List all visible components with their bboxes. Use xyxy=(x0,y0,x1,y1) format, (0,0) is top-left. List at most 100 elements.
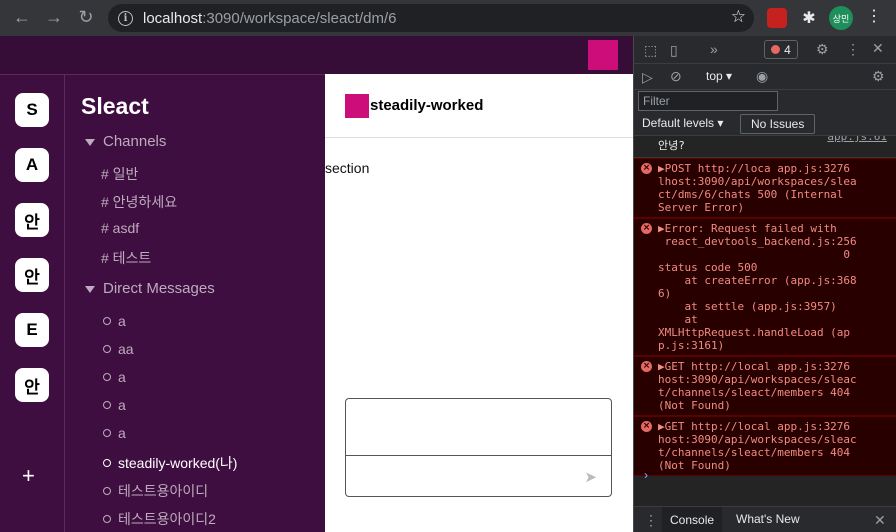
log-line: 0 xyxy=(658,248,851,261)
status-dot-icon xyxy=(103,373,111,381)
log-line: host:3090/api/workspaces/sleac xyxy=(658,433,857,446)
log-line: react_devtools_backend.js:256 xyxy=(658,235,857,248)
workspace-button[interactable]: 안 xyxy=(15,258,49,292)
log-line: (Not Found) xyxy=(658,459,731,472)
status-dot-icon xyxy=(103,345,111,353)
puzzle-icon[interactable]: ✱ xyxy=(799,8,819,28)
dm-item[interactable]: a xyxy=(103,397,126,413)
chat-box: ➤ xyxy=(345,398,612,497)
console-error-entry: × ▶GET http://local app.js:3276 host:3090/… xyxy=(634,356,896,416)
reload-icon[interactable]: ↻ xyxy=(74,7,98,28)
levels-row: Default levels ▾ No Issues xyxy=(634,112,896,136)
log-line: ▶Error: Request failed with xyxy=(658,222,837,235)
log-line: ct/dms/6/chats 500 (Internal xyxy=(658,188,844,201)
channels-section-label: Channels xyxy=(103,133,167,147)
log-line: at createError (app.js:368 xyxy=(658,274,857,287)
channel-item[interactable]: # 안녕하세요 xyxy=(101,192,177,212)
error-icon: × xyxy=(641,421,652,432)
close-drawer-icon[interactable]: ✕ xyxy=(874,512,886,529)
dm-label: 테스트용아이디 xyxy=(118,483,209,499)
workspace-button[interactable]: A xyxy=(15,148,49,182)
context-select[interactable]: top ▾ xyxy=(706,69,732,83)
log-line: (Not Found) xyxy=(658,399,731,412)
settings-gear-icon[interactable]: ⚙ xyxy=(816,41,829,58)
dm-item[interactable]: a xyxy=(103,369,126,385)
devtools-menu-icon[interactable]: ⋮ xyxy=(846,41,860,58)
log-source-link[interactable]: app.js:61 xyxy=(827,136,887,143)
workspace-button[interactable]: S xyxy=(15,93,49,127)
devtools-toolbar: ⬚ ▯ » 4 ⚙ ⋮ ✕ xyxy=(634,36,896,64)
dm-item[interactable]: aa xyxy=(103,341,134,357)
console-log: app.js:61 안녕? × ▶POST http://loca app.js:32… xyxy=(634,136,896,506)
browser-toolbar: ← → ↻ i localhost:3090/workspace/sleact/… xyxy=(0,0,896,36)
chat-section-text: section xyxy=(325,160,370,176)
channel-item[interactable]: # 테스트 xyxy=(101,248,151,268)
console-error-entry: × ▶GET http://local app.js:3276 host:3090/… xyxy=(634,416,896,476)
dm-header: steadily-worked xyxy=(325,74,633,138)
no-issues-button[interactable]: No Issues xyxy=(740,114,816,134)
workspace-button[interactable]: 안 xyxy=(15,203,49,237)
eye-icon[interactable]: ◉ xyxy=(756,68,768,85)
add-workspace-button[interactable]: + xyxy=(22,463,35,489)
inspect-element-icon[interactable]: ⬚ xyxy=(644,42,657,59)
console-error-entry: × ▶Error: Request failed with react_devto… xyxy=(634,218,896,356)
channel-item[interactable]: # asdf xyxy=(101,220,139,236)
console-error-entry: × ▶POST http://loca app.js:3276 lhost:3090… xyxy=(634,158,896,218)
log-line: p.js:3161) xyxy=(658,339,725,352)
bookmark-star-icon[interactable]: ☆ xyxy=(731,7,746,27)
status-dot-icon xyxy=(103,515,111,523)
dm-title: steadily-worked xyxy=(370,97,484,114)
dm-item[interactable]: 테스트용아이디2 xyxy=(103,509,216,529)
send-icon[interactable]: ➤ xyxy=(584,468,597,486)
app-header xyxy=(0,36,633,74)
sidebar-toggle-icon[interactable]: ▷ xyxy=(642,69,653,86)
dm-section-label: Direct Messages xyxy=(103,280,215,297)
user-avatar[interactable] xyxy=(588,40,618,70)
close-icon[interactable]: ✕ xyxy=(872,40,884,57)
tab-console[interactable]: Console xyxy=(662,507,723,532)
dm-label: steadily-worked(나) xyxy=(118,455,238,471)
forward-icon[interactable]: → xyxy=(42,7,66,28)
dm-section-toggle[interactable]: Direct Messages xyxy=(85,280,215,297)
error-count: 4 xyxy=(784,42,791,57)
drawer-menu-icon[interactable]: ⋮ xyxy=(644,512,658,529)
more-panels-icon[interactable]: » xyxy=(710,41,718,57)
dm-label: a xyxy=(118,425,126,441)
log-text: 안녕? xyxy=(658,139,685,152)
dm-item-active[interactable]: steadily-worked(나) xyxy=(103,453,237,473)
console-settings-icon[interactable]: ⚙ xyxy=(872,68,885,85)
context-label: top xyxy=(706,69,723,83)
log-line: t/channels/sleact/members 404 xyxy=(658,386,851,399)
error-count-badge[interactable]: 4 xyxy=(764,40,798,59)
channel-item[interactable]: # 일반 xyxy=(101,164,138,184)
log-levels-dropdown[interactable]: Default levels ▾ xyxy=(642,116,723,130)
workspace-button[interactable]: E xyxy=(15,313,49,347)
workspace-button[interactable]: 안 xyxy=(15,368,49,402)
levels-label: Default levels xyxy=(642,116,715,130)
status-dot-icon xyxy=(103,401,111,409)
message-input[interactable] xyxy=(346,399,611,456)
log-line: at xyxy=(658,313,698,326)
workspace-rail: S A 안 안 E 안 + xyxy=(0,74,65,532)
error-icon: × xyxy=(641,163,652,174)
dm-label: 테스트용아이디2 xyxy=(118,511,216,527)
address-bar[interactable]: i localhost:3090/workspace/sleact/dm/6 ☆ xyxy=(108,4,754,32)
status-dot-icon xyxy=(103,459,111,467)
dm-item[interactable]: a xyxy=(103,313,126,329)
clear-console-icon[interactable]: ⊘ xyxy=(670,68,682,85)
console-prompt[interactable]: › xyxy=(644,468,648,482)
channel-sidebar: Sleact Channels # 일반 # 안녕하세요 # asdf # 테스… xyxy=(65,74,325,532)
workspace-name[interactable]: Sleact xyxy=(81,93,149,120)
device-toggle-icon[interactable]: ▯ xyxy=(670,42,678,59)
extension-icon[interactable] xyxy=(767,8,787,28)
menu-kebab-icon[interactable]: ⋮ xyxy=(866,6,882,26)
channels-section-toggle[interactable]: Channels xyxy=(85,133,166,147)
back-icon[interactable]: ← xyxy=(10,7,34,28)
info-icon[interactable]: i xyxy=(118,10,133,26)
profile-avatar[interactable]: 상민 xyxy=(829,6,853,30)
dm-item[interactable]: a xyxy=(103,425,126,441)
tab-whats-new[interactable]: What's New xyxy=(736,512,800,526)
dm-item[interactable]: 테스트용아이디 xyxy=(103,481,208,501)
filter-input[interactable]: Filter xyxy=(638,91,778,111)
log-line: lhost:3090/api/workspaces/slea xyxy=(658,175,857,188)
